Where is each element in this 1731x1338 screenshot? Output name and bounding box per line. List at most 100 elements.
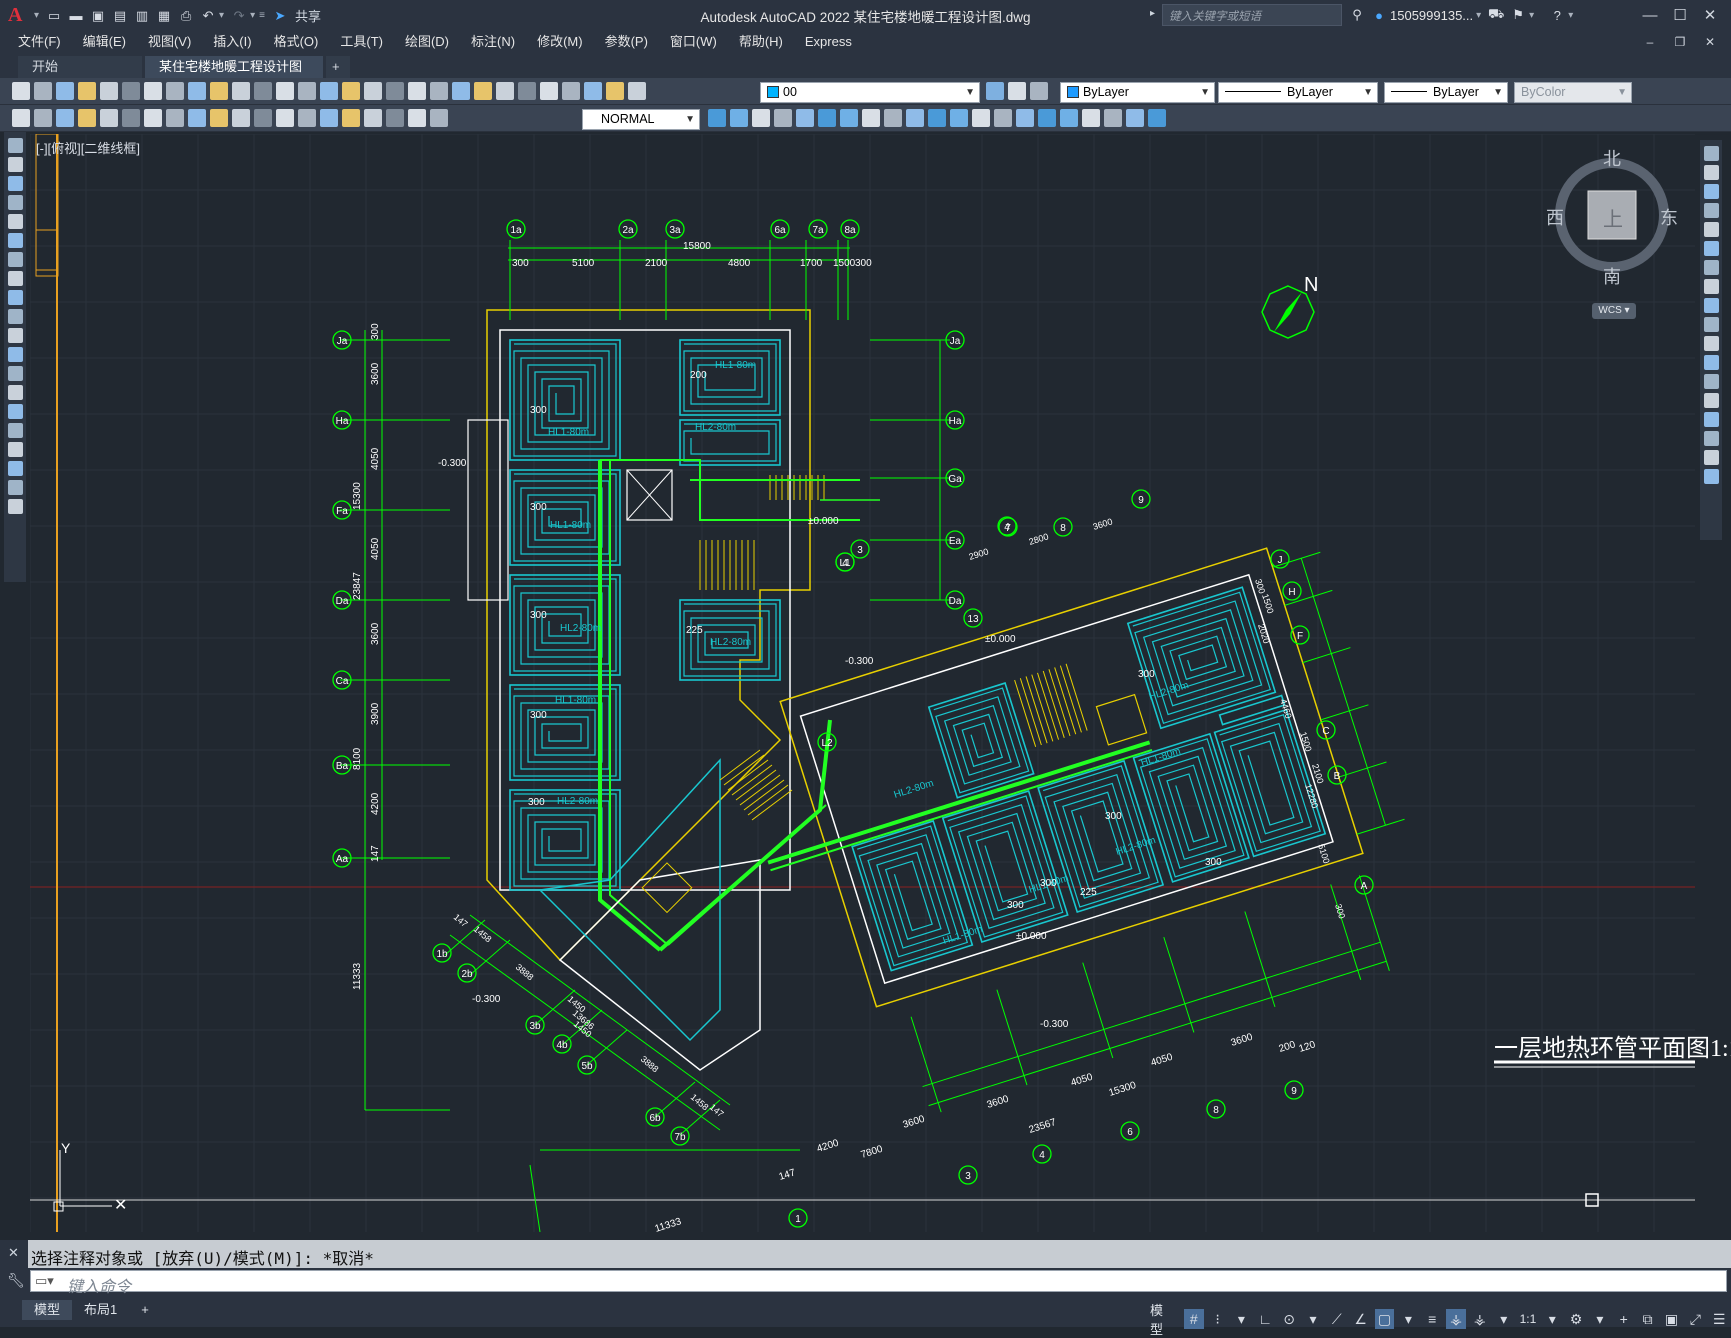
- menu-insert[interactable]: 插入(I): [202, 30, 262, 54]
- explode-side-icon[interactable]: [1703, 469, 1719, 484]
- explode-icon[interactable]: [1060, 109, 1078, 127]
- menu-dimension[interactable]: 标注(N): [460, 30, 526, 54]
- model-space-button[interactable]: 模型: [1150, 1300, 1176, 1338]
- new-file-icon[interactable]: ▭: [45, 7, 63, 25]
- ordinate-icon[interactable]: [78, 109, 96, 127]
- table-icon[interactable]: [7, 461, 23, 476]
- menu-edit[interactable]: 编辑(E): [72, 30, 137, 54]
- menu-express[interactable]: Express: [794, 30, 863, 54]
- undo-icon[interactable]: [276, 82, 294, 100]
- open-file-icon[interactable]: ▬: [67, 7, 85, 25]
- redo-list-chevron-icon[interactable]: ▾: [250, 10, 255, 21]
- arc-length-icon[interactable]: [56, 109, 74, 127]
- region-icon[interactable]: [7, 442, 23, 457]
- menu-draw[interactable]: 绘图(D): [394, 30, 460, 54]
- viewcube-south[interactable]: 南: [1603, 263, 1621, 289]
- group-icon[interactable]: [1104, 109, 1122, 127]
- space-icon[interactable]: [254, 109, 272, 127]
- annotation-visibility-icon[interactable]: ⚶: [1446, 1309, 1466, 1329]
- plot-icon[interactable]: [78, 82, 96, 100]
- freeze-icon[interactable]: [606, 82, 624, 100]
- open-web-icon[interactable]: ▥: [133, 7, 151, 25]
- lineweight-dropdown[interactable]: ByLayer ▼: [1384, 82, 1508, 103]
- baseline-icon[interactable]: [210, 109, 228, 127]
- user-chevron-icon[interactable]: ▾: [1476, 10, 1481, 21]
- dimstyle-dropdown[interactable]: NORMAL ▼: [582, 109, 700, 130]
- jogged-linear-icon[interactable]: [364, 109, 382, 127]
- trim-icon[interactable]: [928, 109, 946, 127]
- doc-close-icon[interactable]: ✕: [1695, 35, 1725, 49]
- layer-match-icon[interactable]: [1008, 82, 1026, 100]
- polygon-icon[interactable]: [7, 195, 23, 210]
- zoom-realtime-icon[interactable]: [342, 82, 360, 100]
- clean-screen-icon[interactable]: ⤢: [1685, 1309, 1705, 1329]
- arc-icon[interactable]: [7, 233, 23, 248]
- blend-icon[interactable]: [1703, 450, 1719, 465]
- grid-icon[interactable]: #: [1183, 1309, 1204, 1329]
- calc-icon[interactable]: [518, 82, 536, 100]
- offset-icon[interactable]: [796, 109, 814, 127]
- make-block-icon[interactable]: [7, 366, 23, 381]
- help-chevron-icon[interactable]: ▾: [1568, 10, 1573, 21]
- preview-icon[interactable]: [100, 82, 118, 100]
- menu-tools[interactable]: 工具(T): [329, 30, 394, 54]
- make-current-icon[interactable]: [986, 82, 1004, 100]
- fillet-side-icon[interactable]: [1703, 431, 1719, 446]
- viewcube-west[interactable]: 西: [1546, 204, 1564, 230]
- break-point-icon[interactable]: [1703, 355, 1719, 370]
- customize-icon[interactable]: ☰: [1709, 1309, 1729, 1329]
- undo-icon[interactable]: ↶: [199, 7, 217, 25]
- chamfer-icon[interactable]: [1016, 109, 1034, 127]
- jogged-icon[interactable]: [122, 109, 140, 127]
- menu-format[interactable]: 格式(O): [263, 30, 330, 54]
- new-tab-button[interactable]: +: [326, 56, 350, 78]
- save-icon[interactable]: ▣: [89, 7, 107, 25]
- minimize-icon[interactable]: —: [1635, 7, 1665, 24]
- erase-side-icon[interactable]: [1703, 146, 1719, 161]
- app-menu-chevron-icon[interactable]: ▾: [34, 10, 39, 21]
- center-mark-icon[interactable]: [320, 109, 338, 127]
- viewcube[interactable]: 北 南 西 东 上: [1540, 145, 1690, 325]
- help-icon[interactable]: [540, 82, 558, 100]
- menu-help[interactable]: 帮助(H): [728, 30, 794, 54]
- viewcube-east[interactable]: 东: [1660, 204, 1678, 230]
- snap-chevron-icon[interactable]: ▾: [1232, 1309, 1252, 1329]
- cart-icon[interactable]: ⛟: [1487, 6, 1505, 24]
- menu-window[interactable]: 窗口(W): [659, 30, 728, 54]
- doc-restore-icon[interactable]: ❐: [1665, 35, 1695, 49]
- drawing-svg[interactable]: ✕ Y 1a 2a 3a 6a 7a 8a Ja Ha Fa Da Ca Ba Aa Ja Ha Ga Ea Da…: [30, 134, 1695, 1232]
- auto-scale-icon[interactable]: ⚶: [1470, 1309, 1490, 1329]
- inspect-icon[interactable]: [342, 109, 360, 127]
- drawing-canvas[interactable]: ✕ Y 1a 2a 3a 6a 7a 8a Ja Ha Fa Da Ca Ba Aa Ja Ha Ga Ea Da…: [30, 134, 1695, 1232]
- print-icon[interactable]: ⎙: [177, 7, 195, 25]
- draworder-icon[interactable]: [1082, 109, 1100, 127]
- matchprop-icon[interactable]: [232, 82, 250, 100]
- add-layout-icon[interactable]: +: [129, 1300, 161, 1320]
- hardware-accel-icon[interactable]: ▣: [1662, 1309, 1682, 1329]
- break-icon[interactable]: [276, 109, 294, 127]
- sheetset-icon[interactable]: [474, 82, 492, 100]
- break-at-icon[interactable]: [972, 109, 990, 127]
- scale-side-icon[interactable]: [1703, 279, 1719, 294]
- circle-icon[interactable]: [7, 252, 23, 267]
- user-name[interactable]: 1505999135...: [1390, 8, 1473, 23]
- zoom-prev-icon[interactable]: [386, 82, 404, 100]
- copy-side-icon[interactable]: [1703, 165, 1719, 180]
- zoom-window-icon[interactable]: [364, 82, 382, 100]
- polar-icon[interactable]: ⊙: [1279, 1309, 1299, 1329]
- open-icon[interactable]: [34, 82, 52, 100]
- array-side-icon[interactable]: [1703, 222, 1719, 237]
- revcloud-icon[interactable]: [7, 271, 23, 286]
- viewport-controls[interactable]: [-][俯视][二维线框]: [36, 138, 140, 157]
- tab-drawing[interactable]: 某住宅楼地暖工程设计图*✕: [145, 56, 323, 96]
- copy-obj-icon[interactable]: [752, 109, 770, 127]
- design-center-icon[interactable]: [430, 82, 448, 100]
- layout-tab-layout1[interactable]: 布局1: [72, 1300, 129, 1320]
- search-input[interactable]: 键入关键字或短语: [1162, 4, 1342, 26]
- linear-dim-icon[interactable]: [12, 109, 30, 127]
- isolate-icon[interactable]: ⧉: [1638, 1309, 1658, 1329]
- annotation-scale[interactable]: 1:1: [1520, 1312, 1537, 1326]
- recent-commands-icon[interactable]: ▭▾: [35, 1273, 54, 1289]
- undo-list-chevron-icon[interactable]: ▾: [219, 10, 224, 21]
- cut-icon[interactable]: [166, 82, 184, 100]
